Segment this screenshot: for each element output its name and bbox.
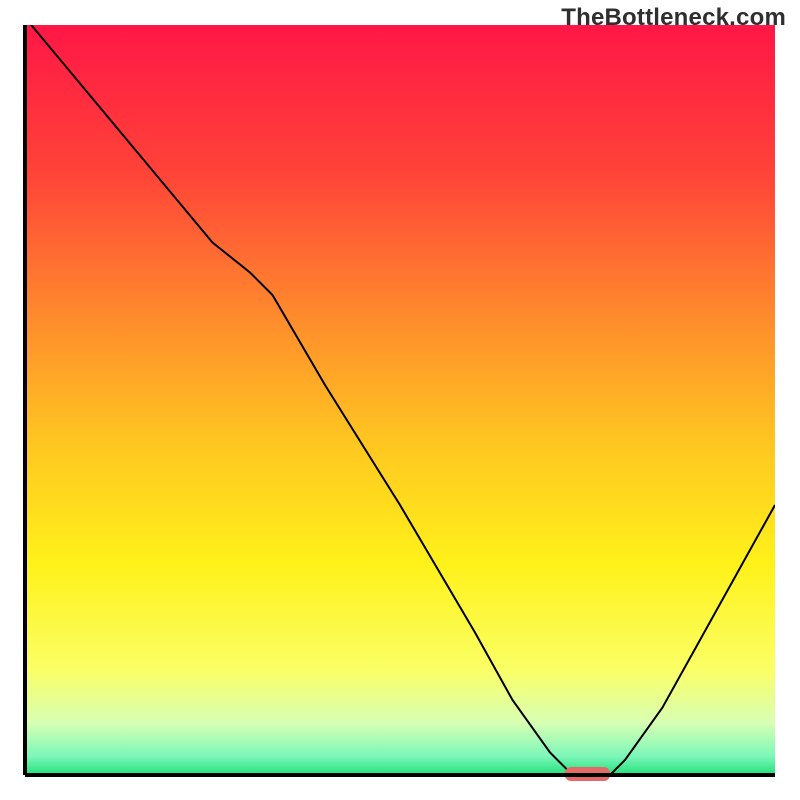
- bottleneck-chart: [0, 0, 800, 800]
- chart-container: TheBottleneck.com: [0, 0, 800, 800]
- watermark-text: TheBottleneck.com: [561, 4, 786, 32]
- gradient-background: [25, 25, 775, 775]
